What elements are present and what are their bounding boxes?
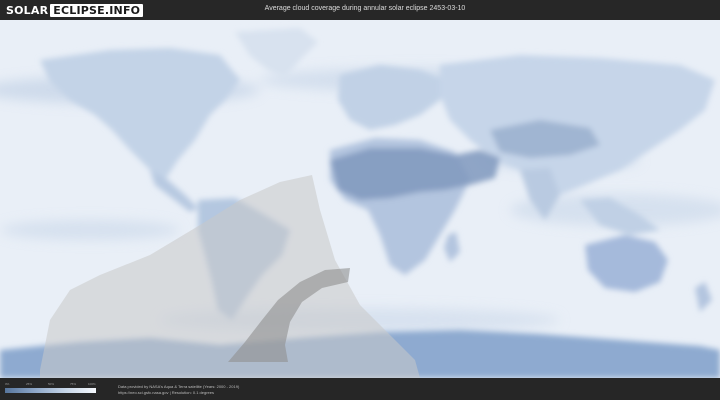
scale-label-75: 75% [70, 382, 77, 386]
scale-label-0: 0% [5, 382, 10, 386]
cloud-coverage-scale-bar [5, 388, 96, 393]
credit-line-1: Data provided by NASA's Aqua & Terra sat… [118, 384, 240, 389]
cloud-coverage-map [0, 20, 720, 378]
credit-line-2[interactable]: https://neo.sci.gsfc.nasa.gov | Resoluti… [118, 390, 214, 395]
scale-label-100: 100% [88, 382, 96, 386]
logo-solar-text: SOLAR [6, 3, 49, 17]
header-bar: SOLAR ECLIPSE.INFO Average cloud coverag… [0, 0, 720, 20]
world-map-svg [0, 20, 720, 378]
logo-eclipse-info-text: ECLIPSE.INFO [50, 3, 144, 17]
footer-bar: 0% 25% 50% 75% 100% Data provided by NAS… [0, 378, 720, 400]
page-title: Average cloud coverage during annular so… [264, 5, 466, 12]
site-logo[interactable]: SOLAR ECLIPSE.INFO [6, 3, 144, 17]
scale-label-50: 50% [48, 382, 55, 386]
scale-label-25: 25% [26, 382, 33, 386]
